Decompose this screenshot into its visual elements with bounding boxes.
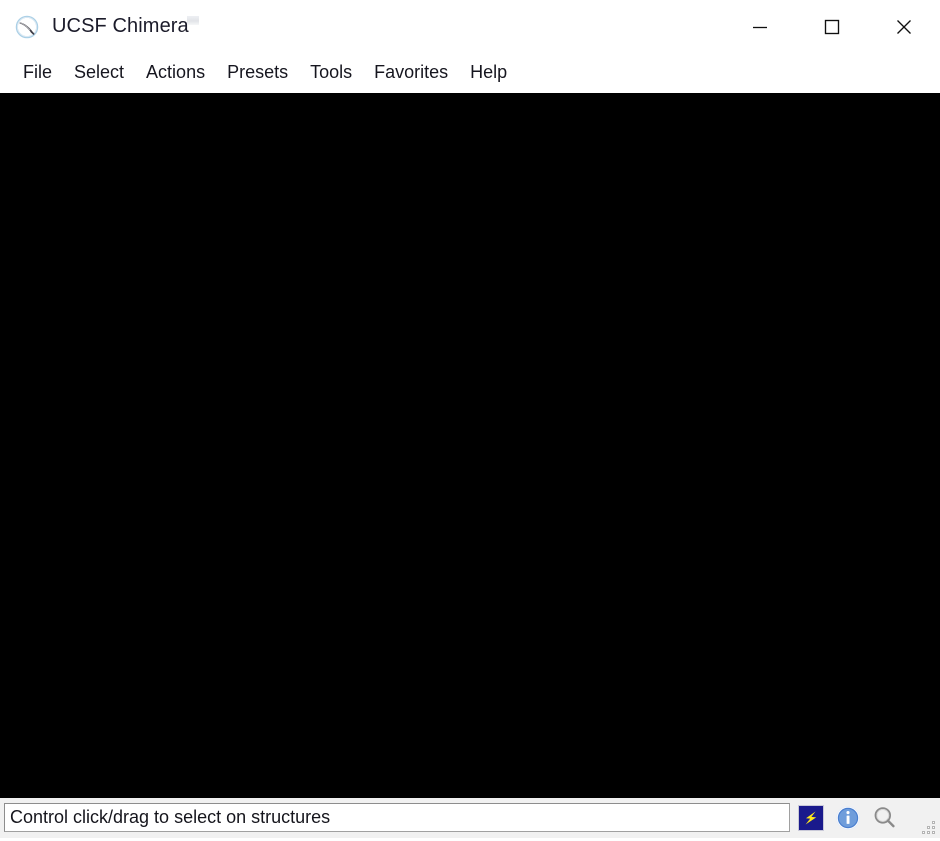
status-bar: Control click/drag to select on structur…	[0, 798, 940, 838]
magnifier-icon[interactable]	[869, 802, 900, 833]
resize-grip-icon[interactable]	[921, 820, 937, 836]
minimize-icon	[747, 14, 773, 40]
window-controls	[724, 0, 940, 53]
menu-item-file[interactable]: File	[12, 59, 63, 88]
title-bar-artifact	[187, 16, 199, 25]
maximize-icon	[819, 14, 845, 40]
status-message-text: Control click/drag to select on structur…	[10, 807, 331, 827]
menu-item-tools[interactable]: Tools	[299, 59, 363, 88]
menu-item-select[interactable]: Select	[63, 59, 135, 88]
status-message-field[interactable]: Control click/drag to select on structur…	[4, 803, 790, 832]
status-bar-icons	[795, 802, 900, 833]
maximize-button[interactable]	[796, 0, 868, 53]
menu-item-actions[interactable]: Actions	[135, 59, 216, 88]
graphics-viewport[interactable]	[0, 93, 940, 798]
chimera-main-window: UCSF Chimera File Select Actions Presets…	[0, 0, 940, 838]
chimera-logo-icon	[14, 14, 40, 40]
menu-item-help[interactable]: Help	[459, 59, 518, 88]
menu-item-presets[interactable]: Presets	[216, 59, 299, 88]
close-button[interactable]	[868, 0, 940, 53]
info-icon[interactable]	[832, 802, 863, 833]
menu-item-favorites[interactable]: Favorites	[363, 59, 459, 88]
minimize-button[interactable]	[724, 0, 796, 53]
lightning-bolt-icon[interactable]	[795, 802, 826, 833]
title-bar: UCSF Chimera	[0, 0, 940, 53]
menu-bar: File Select Actions Presets Tools Favori…	[0, 53, 940, 93]
close-icon	[891, 14, 917, 40]
window-title: UCSF Chimera	[52, 15, 189, 37]
